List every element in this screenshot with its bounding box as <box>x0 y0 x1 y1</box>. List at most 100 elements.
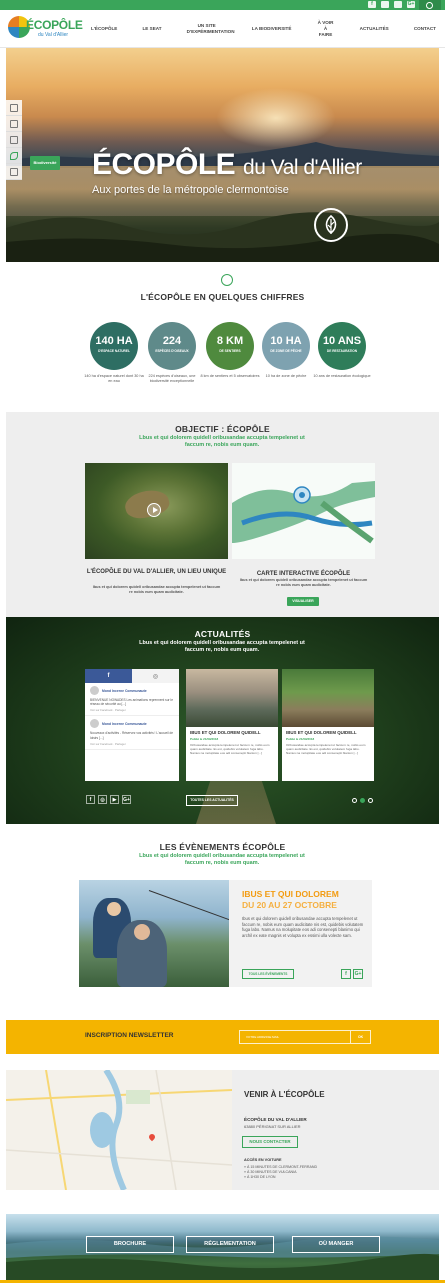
google-plus-share-icon[interactable]: G+ <box>353 969 363 979</box>
tab-facebook[interactable]: f <box>85 669 132 683</box>
social-feed: f ◎ Mond Incerne Communaute BIENVENUE NO… <box>85 669 179 781</box>
carousel-dot-active[interactable] <box>360 798 365 803</box>
carousel-dot[interactable] <box>352 798 357 803</box>
instagram-icon[interactable] <box>381 1 389 8</box>
facebook-icon[interactable]: f <box>368 1 376 8</box>
acces-heading: ACCÈS EN VOITURE <box>244 1158 282 1162</box>
news-card[interactable]: IBUS ET QUI DOLOREM QUIDELL Publié le 21… <box>186 669 278 781</box>
card-unique-text: Ibus et qui dolorem quidell oribusandae … <box>92 585 221 594</box>
stat-circle-hectares: 140 HA D'ESPACE NATUREL <box>90 322 138 370</box>
event-photo <box>79 880 229 987</box>
contact-button[interactable]: NOUS CONTACTER <box>242 1136 298 1148</box>
all-news-button[interactable]: TOUTES LES ACTUALITÉS <box>186 795 238 806</box>
main-nav: L'ÉCOPÔLE LE SEAT UN SITE D'EXPÉRIMENTAT… <box>88 10 445 48</box>
bird-shape <box>122 485 172 523</box>
actualites-subtitle: Lbus et qui dolorem quidell oribusandae … <box>139 640 305 653</box>
newsletter-bar: INSCRIPTION NEWSLETTER VOTRE ADRESSE MAI… <box>6 1020 439 1054</box>
venir-section: VENIR À L'ÉCOPÔLE ÉCOPÔLE DU VAL D'ALLIE… <box>6 1070 439 1190</box>
youtube-icon[interactable]: ▶ <box>110 795 119 804</box>
newsletter-submit-button[interactable]: OK <box>351 1030 371 1044</box>
actualites-title: ACTUALITÉS <box>194 629 251 639</box>
nav-item-le-seat[interactable]: LE SEAT <box>139 26 164 32</box>
news-image <box>282 669 374 727</box>
search-icon[interactable] <box>419 0 441 10</box>
tool-hook-icon[interactable] <box>6 100 22 116</box>
tool-bike-icon[interactable] <box>6 132 22 148</box>
acces-list: » À 15 MINUTES DE CLERMONT-FERRAND » À 3… <box>244 1165 318 1179</box>
chiffres-title: L'ÉCOPÔLE EN QUELQUES CHIFFRES <box>140 292 305 302</box>
social-post[interactable]: Mond Incerne Communaute BIENVENUE NOWADE… <box>85 683 179 717</box>
nav-item-experimentation[interactable]: UN SITE D'EXPÉRIMENTATION <box>184 23 235 35</box>
leaf-icon <box>314 208 348 242</box>
nav-item-actualites[interactable]: ACTUALITÉS <box>357 26 392 32</box>
logo-name: ÉCOPÔLE <box>26 18 83 32</box>
card-map-title: CARTE INTERACTIVE ÉCOPÔLE <box>256 571 351 577</box>
hero-banner: Biodiversité ÉCOPÔLE du Val d'Allier Aux… <box>6 48 439 262</box>
carousel-dots <box>352 798 373 803</box>
evenements-subtitle: Lbus et qui dolorem quidell oribusandae … <box>139 853 305 866</box>
objectif-title: OBJECTIF : ÉCOPÔLE <box>175 424 270 434</box>
interactive-map-preview[interactable] <box>232 463 375 559</box>
youtube-icon[interactable] <box>394 1 402 8</box>
event-date: DU 20 AU 27 OCTOBRE <box>242 900 337 910</box>
leaf-section-icon <box>221 274 233 286</box>
stat-circle-years: 10 ANS DE RESTAURATION <box>318 322 366 370</box>
facebook-share-icon[interactable]: f <box>341 969 351 979</box>
hero-biodiversity-button[interactable]: Biodiversité <box>30 156 60 170</box>
facebook-icon[interactable]: f <box>86 795 95 804</box>
stat-caption-trails: 8 km de sentiers et 5 observatoires <box>200 374 260 378</box>
nav-item-ecopole[interactable]: L'ÉCOPÔLE <box>88 26 120 32</box>
tab-instagram[interactable]: ◎ <box>132 669 179 683</box>
logo-subtitle: du Val d'Allier <box>38 32 69 38</box>
tool-leaf-icon[interactable] <box>6 148 22 164</box>
play-icon[interactable] <box>147 503 161 517</box>
logo[interactable]: ÉCOPÔLE du Val d'Allier <box>8 14 83 44</box>
event-card: IBUS ET QUI DOLOREM DU 20 AU 27 OCTOBRE … <box>79 880 372 987</box>
google-plus-icon[interactable]: G+ <box>122 795 131 804</box>
avatar <box>90 719 99 729</box>
location-map[interactable] <box>6 1070 232 1190</box>
nav-item-biodiversite[interactable]: LA BIODIVERSITÉ <box>249 26 295 32</box>
reglementation-button[interactable]: RÉGLEMENTATION <box>186 1236 274 1253</box>
newsletter-label: INSCRIPTION NEWSLETTER <box>85 1032 174 1039</box>
event-title: IBUS ET QUI DOLOREM <box>242 889 339 899</box>
stat-circle-trails: 8 KM DE SENTIERS <box>206 322 254 370</box>
hero-reeds <box>6 212 439 262</box>
ou-manger-button[interactable]: OÙ MANGER <box>292 1236 380 1253</box>
objectif-subtitle: Lbus et qui dolorem quidell oribusandae … <box>139 435 305 448</box>
stat-caption-hectares: 140 ha d'espace naturel dont 30 ha en ea… <box>84 374 144 383</box>
card-unique-title: L'ÉCOPÔLE DU VAL D'ALLIER, UN LIEU UNIQU… <box>86 569 227 575</box>
side-toolbar <box>6 100 22 180</box>
all-events-button[interactable]: TOUS LES ÉVÈNEMENTS <box>242 969 294 979</box>
news-image <box>186 669 278 727</box>
hero-title: ÉCOPÔLE du Val d'Allier <box>92 148 362 181</box>
visualiser-button[interactable]: VISUALISER <box>287 597 319 606</box>
google-plus-icon[interactable]: G+ <box>407 1 415 8</box>
newsletter-email-input[interactable]: VOTRE ADRESSE MAIL <box>239 1030 351 1044</box>
top-bar: f G+ <box>0 0 445 10</box>
venir-address: 63880 PÉRIGNAT SUR ALLIER <box>244 1124 301 1129</box>
venir-title: VENIR À L'ÉCOPÔLE <box>244 1090 325 1099</box>
tool-binoculars-icon[interactable] <box>6 164 22 180</box>
hero-subtitle: Aux portes de la métropole clermontoise <box>92 184 289 196</box>
footer-links-band: BROCHURE RÉGLEMENTATION OÙ MANGER <box>6 1214 439 1283</box>
brochure-button[interactable]: BROCHURE <box>86 1236 174 1253</box>
nav-item-contact[interactable]: CONTACT <box>411 26 439 32</box>
event-text: Ibus et qui dolorem quidell oribusandae … <box>242 916 364 938</box>
avatar <box>90 686 99 695</box>
top-social-links: f G+ <box>368 1 415 8</box>
nav-item-a-voir[interactable]: À VOIR À FAIRE <box>314 20 338 38</box>
actualites-section: ACTUALITÉS Lbus et qui dolorem quidell o… <box>6 617 439 824</box>
evenements-title: LES ÉVÈNEMENTS ÉCOPÔLE <box>159 842 286 852</box>
stat-caption-years: 10 ans de restauration écologique <box>313 374 371 378</box>
bird-video-thumbnail[interactable] <box>85 463 228 559</box>
stat-circle-fishing: 10 HA DE ZONE DE PÊCHE <box>262 322 310 370</box>
social-post[interactable]: Mond Incerne Communaute Nouveaux d'activ… <box>85 716 179 750</box>
person-head <box>134 924 150 940</box>
tool-walk-icon[interactable] <box>6 116 22 132</box>
card-map-text: Ibus et qui dolorem quidell oribusandae … <box>239 578 368 587</box>
carousel-dot[interactable] <box>368 798 373 803</box>
stat-caption-fishing: 10 ha de zone de pêche <box>265 374 307 378</box>
news-card[interactable]: IBUS ET QUI DOLOREM QUIDELL Publié le 21… <box>282 669 374 781</box>
instagram-icon[interactable]: ◎ <box>98 795 107 804</box>
